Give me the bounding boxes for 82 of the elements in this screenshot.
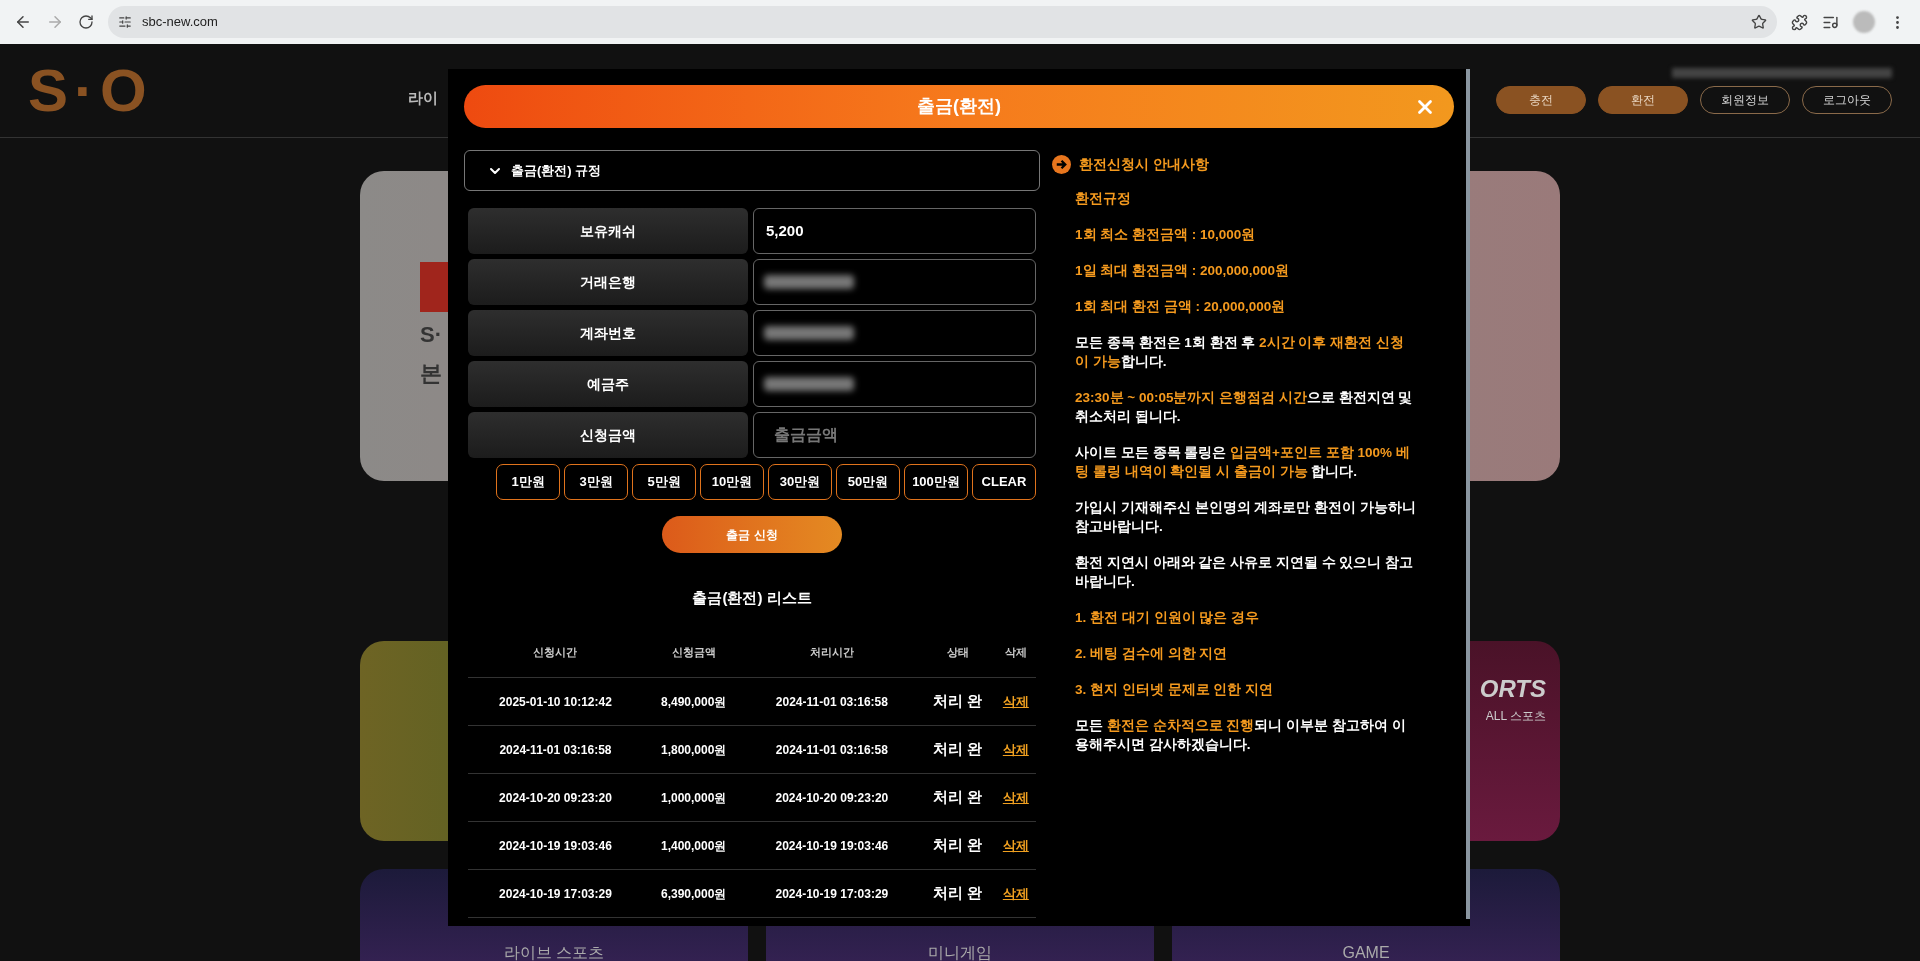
table-cell: 2024-10-19 19:03:46	[468, 821, 643, 870]
notice-text: 1일 최대 환전금액 : 200,000,000원	[1075, 262, 1291, 280]
amount-button[interactable]: 30만원	[768, 464, 832, 500]
notice-text: 1회 최소 환전금액 : 10,000원	[1075, 226, 1257, 244]
notice-heading: 환전신청시 안내사항	[1079, 155, 1209, 174]
amount-button[interactable]: CLEAR	[972, 464, 1036, 500]
table-cell: 2024-10-19 17:03:29	[468, 869, 643, 918]
notice-text: 사이트 모든 종목 롤링은 입금액+포인트 포함 100% 베팅 롤링 내역이 확인될 시 출금이 가능 합니다.	[1075, 444, 1411, 481]
delete-link[interactable]: 삭제	[1002, 693, 1029, 709]
rules-accordion[interactable]: 출금(환전) 규정	[464, 150, 1040, 191]
field-label: 예금주	[468, 361, 748, 407]
modal-title: 출금(환전)	[917, 95, 1001, 118]
table-cell: 처리 완	[919, 677, 996, 726]
notice-text: 가입시 기재해주신 본인명의 계좌로만 환전이 가능하니 참고바랍니다.	[1075, 499, 1417, 536]
amount-button[interactable]: 50만원	[836, 464, 900, 500]
table-cell: 2024-10-20 09:23:20	[468, 773, 643, 822]
column-header: 상태	[946, 646, 969, 658]
scrollbar[interactable]	[1466, 69, 1470, 919]
amount-button[interactable]: 100만원	[904, 464, 968, 500]
list-title: 출금(환전) 리스트	[692, 588, 812, 608]
field-label: 신청금액	[468, 412, 748, 458]
address-bar[interactable]: sbc-new.com	[108, 6, 1777, 38]
card-title: 미니게임	[928, 943, 992, 961]
table-cell: 8,490,000원	[642, 677, 745, 726]
hero-text: 본	[420, 360, 442, 388]
table-cell: 2024-11-01 03:16:58	[744, 677, 920, 726]
table-cell: 2025-01-10 10:12:42	[468, 677, 643, 726]
column-header: 신청시간	[533, 646, 578, 658]
field-value: 5,200	[765, 220, 804, 241]
back-icon[interactable]	[14, 13, 32, 31]
notice-text: 환전 지연시 아래와 같은 사유로 지연될 수 있으니 참고바랍니다.	[1075, 554, 1414, 591]
table-cell: 2024-10-20 09:23:20	[744, 773, 920, 822]
amount-input[interactable]: 출금금액	[753, 412, 1036, 458]
field-label: 거래은행	[468, 259, 748, 305]
amount-button[interactable]: 5만원	[632, 464, 696, 500]
header-button[interactable]: 충전	[1496, 85, 1586, 114]
notice-text: 1. 환전 대기 인원이 많은 경우	[1075, 609, 1260, 627]
table-cell: 2024-11-01 03:16:58	[744, 725, 920, 774]
amount-button[interactable]: 3만원	[564, 464, 628, 500]
delete-link[interactable]: 삭제	[1002, 789, 1029, 805]
field-label: 계좌번호	[468, 310, 748, 356]
amount-button[interactable]: 1만원	[496, 464, 560, 500]
card-subtitle: ALL 스포츠	[1485, 708, 1546, 725]
notice-text: 3. 현지 인터넷 문제로 인한 지연	[1075, 681, 1274, 699]
table-cell: 2024-10-19 17:03:29	[744, 869, 920, 918]
notice-text: 23:30분 ~ 00:05분까지 은행점검 시간으로 환전지연 및 취소처리 됩니다.	[1075, 389, 1414, 426]
url-text: sbc-new.com	[142, 13, 219, 32]
table-cell: 1,000,000원	[642, 773, 745, 822]
table-cell: 2024-10-19 19:03:46	[744, 821, 920, 870]
table-cell: 2024-11-01 03:16:58	[468, 725, 643, 774]
column-header: 신청금액	[671, 646, 716, 658]
hero-text: S·	[420, 321, 442, 349]
notice-text: 2. 베팅 검수에 의한 지연	[1075, 645, 1229, 663]
arrow-circle-icon	[1052, 155, 1071, 174]
card-title: GAME	[1342, 943, 1390, 961]
amount-button[interactable]: 10만원	[700, 464, 764, 500]
notice-text: 환전규정	[1075, 190, 1132, 208]
delete-link[interactable]: 삭제	[1002, 741, 1029, 757]
column-header: 삭제	[1004, 646, 1027, 658]
notice-text: 모든 환전은 순차적으로 진행되니 이부분 참고하여 이용해주시면 감사하겠습니다.	[1075, 717, 1407, 754]
notice-text: 모든 종목 환전은 1회 환전 후 2시간 이후 재환전 신청이 가능합니다.	[1075, 334, 1405, 371]
header-button[interactable]: 환전	[1598, 85, 1688, 114]
notice-text: 1회 최대 환전 금액 : 20,000,000원	[1075, 298, 1287, 316]
table-cell: 처리 완	[919, 869, 996, 918]
card-title: ORTS	[1479, 674, 1546, 704]
site-settings-icon[interactable]	[118, 15, 132, 29]
card-title: 라이브 스포츠	[503, 943, 605, 961]
table-cell: 처리 완	[919, 773, 996, 822]
reload-icon[interactable]	[78, 14, 94, 30]
bookmark-star-icon[interactable]	[1751, 14, 1767, 30]
delete-link[interactable]: 삭제	[1002, 837, 1029, 853]
hero-graphic	[420, 262, 448, 312]
table-cell: 1,400,000원	[642, 821, 745, 870]
table-cell: 처리 완	[919, 725, 996, 774]
table-cell: 1,800,000원	[642, 725, 745, 774]
column-header: 처리시간	[809, 646, 854, 658]
extensions-icon[interactable]	[1791, 13, 1808, 31]
table-cell: 6,390,000원	[642, 869, 745, 918]
delete-link[interactable]: 삭제	[1002, 885, 1029, 901]
table-cell: 처리 완	[919, 821, 996, 870]
field-label: 보유캐쉬	[468, 208, 748, 254]
nav-item[interactable]: 라이	[408, 87, 438, 110]
